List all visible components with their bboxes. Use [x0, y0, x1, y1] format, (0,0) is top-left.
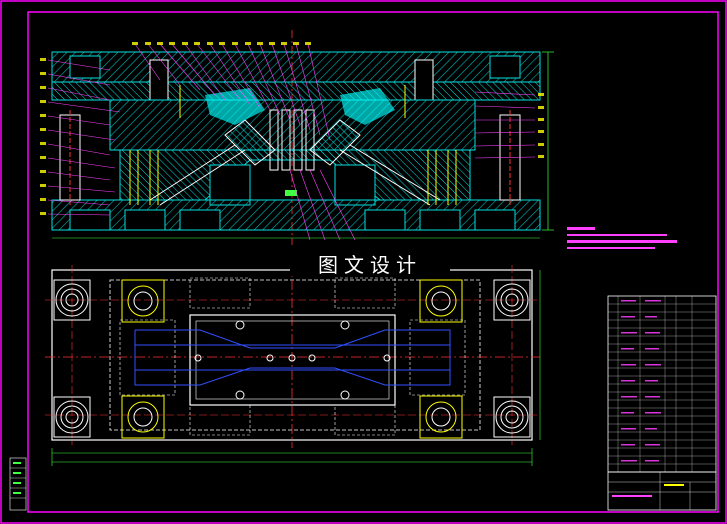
revision-strip — [9, 457, 27, 511]
section-view — [40, 30, 554, 245]
parts-list-table — [607, 295, 717, 473]
technical-notes — [567, 227, 677, 249]
plan-view — [45, 262, 541, 466]
watermark-title: 图文设计 — [318, 252, 422, 277]
watermark-title-band: 图文设计 — [290, 250, 450, 277]
title-block — [607, 471, 717, 511]
